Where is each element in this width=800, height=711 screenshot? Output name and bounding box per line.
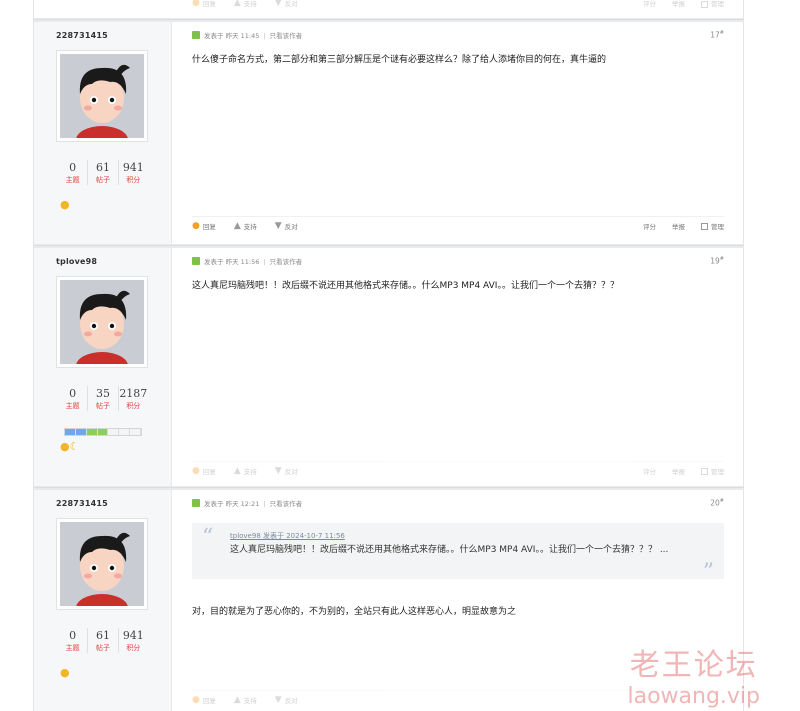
post-header: 发表于 昨天 11:45 | 只看该作者 17# <box>192 28 724 42</box>
watermark-title: 老王论坛 <box>629 648 758 683</box>
only-author-link[interactable]: 只看该作者 <box>270 500 303 508</box>
post-doc-icon <box>192 257 200 265</box>
rate-button[interactable]: 评分 <box>643 466 656 476</box>
support-button[interactable]: ▲ 支持 <box>234 695 257 705</box>
floor-number[interactable]: 19# <box>710 256 724 266</box>
thumb-down-icon: ▼ <box>274 220 282 231</box>
meta-divider: | <box>263 500 266 508</box>
post-content: 对，目的就是为了恶心你的，不为别的，全站只有此人这样恶心人，明显故意为之 <box>192 607 517 617</box>
meta-divider: | <box>263 258 266 266</box>
avatar[interactable] <box>56 518 148 610</box>
only-author-link[interactable]: 只看该作者 <box>270 32 303 40</box>
author-sidebar: 228731415 0 主题 61 帖子 941 积分 ● <box>34 22 172 244</box>
post-content: 这人真尼玛脑残吧！！改后缀不说还用其他格式来存储。。什么MP3 MP4 AVI。… <box>192 281 619 291</box>
manage-toggle[interactable]: 管理 <box>701 466 724 476</box>
support-button[interactable]: ▲ 支持 <box>234 0 257 8</box>
stat-threads[interactable]: 0 主题 <box>58 160 89 185</box>
author-username[interactable]: 228731415 <box>56 31 108 40</box>
avatar[interactable] <box>56 50 148 142</box>
support-button[interactable]: ▲ 支持 <box>234 221 257 231</box>
quote-close-icon: ” <box>702 560 714 585</box>
quote-author-link[interactable]: tplove98 发表于 2024-10-7 11:56 <box>230 531 345 541</box>
stat-credits[interactable]: 2187 积分 <box>119 386 148 411</box>
stat-threads[interactable]: 0 主题 <box>58 386 89 411</box>
post-time: 发表于 昨天 12:21 <box>204 500 260 508</box>
oppose-button[interactable]: ▼ 反对 <box>275 0 298 8</box>
post-content: 什么傻子命名方式，第二部分和第三部分解压是个谜有必要这样么？除了给人添堵你目的何… <box>192 55 607 65</box>
post-doc-icon <box>192 499 200 507</box>
quote-block: “ tplove98 发表于 2024-10-7 11:56 这人真尼玛脑残吧！… <box>192 523 724 585</box>
manage-toggle[interactable]: 管理 <box>701 221 724 231</box>
report-button[interactable]: 举报 <box>672 466 685 476</box>
avatar-image <box>60 54 144 138</box>
stat-credits[interactable]: 941 积分 <box>119 160 148 185</box>
reply-button[interactable]: ● 回复 <box>192 0 216 8</box>
thumb-up-icon: ▲ <box>233 694 241 705</box>
thumb-up-icon: ▲ <box>233 220 241 231</box>
checkbox-icon <box>701 468 708 475</box>
quote-open-icon: “ <box>202 525 214 550</box>
reply-icon: ● <box>192 220 200 231</box>
medal-icon[interactable]: ● <box>60 198 70 211</box>
medal-icon[interactable]: ●☾ <box>60 440 79 453</box>
support-button[interactable]: ▲ 支持 <box>234 466 257 476</box>
stat-threads[interactable]: 0 主题 <box>58 628 89 653</box>
author-stats: 0 主题 35 帖子 2187 积分 <box>58 386 148 411</box>
post-time: 发表于 昨天 11:56 <box>204 258 260 266</box>
reply-button[interactable]: ● 回复 <box>192 695 216 705</box>
reply-icon: ● <box>192 465 200 476</box>
stat-posts[interactable]: 35 帖子 <box>88 386 119 411</box>
author-username[interactable]: 228731415 <box>56 499 108 508</box>
author-sidebar: tplove98 0 主题 35 帖子 2187 积分 ●☾ <box>34 248 172 486</box>
author-username[interactable]: tplove98 <box>56 257 97 266</box>
author-stats: 0 主题 61 帖子 941 积分 <box>58 628 148 653</box>
post-doc-icon <box>192 31 200 39</box>
reply-button[interactable]: ● 回复 <box>192 466 216 476</box>
previous-post-actions: ● 回复 ▲ 支持 ▼ 反对 评分 举报 管理 <box>184 0 732 10</box>
floor-number[interactable]: 17# <box>710 30 724 40</box>
avatar[interactable] <box>56 276 148 368</box>
report-button[interactable]: 举报 <box>672 0 685 8</box>
reply-icon: ● <box>192 0 200 8</box>
medal-icon[interactable]: ● <box>60 666 70 679</box>
only-author-link[interactable]: 只看该作者 <box>270 258 303 266</box>
site-watermark: 老王论坛 laowang.vip <box>627 640 760 709</box>
stat-posts[interactable]: 61 帖子 <box>88 628 119 653</box>
thumb-up-icon: ▲ <box>233 465 241 476</box>
author-sidebar: 228731415 0 主题 61 帖子 941 积分 ● <box>34 490 172 711</box>
thumb-down-icon: ▼ <box>274 465 282 476</box>
stat-posts[interactable]: 61 帖子 <box>88 160 119 185</box>
post-header: 发表于 昨天 11:56 | 只看该作者 19# <box>192 254 724 268</box>
oppose-button[interactable]: ▼ 反对 <box>275 466 298 476</box>
post-actions: ● 回复 ▲ 支持 ▼ 反对 评分 举报 管理 <box>192 216 724 231</box>
reply-icon: ● <box>192 694 200 705</box>
post-actions: ● 回复 ▲ 支持 ▼ 反对 评分 举报 管理 <box>192 461 724 476</box>
thumb-down-icon: ▼ <box>274 694 282 705</box>
avatar-image <box>60 522 144 606</box>
floor-number[interactable]: 20# <box>710 498 724 508</box>
checkbox-icon <box>701 0 708 8</box>
thumb-down-icon: ▼ <box>274 0 282 8</box>
user-level-bar <box>64 428 142 436</box>
post-time: 发表于 昨天 11:45 <box>204 32 260 40</box>
post-body: 发表于 昨天 11:56 | 只看该作者 19# 这人真尼玛脑残吧！！改后缀不说还用… <box>184 248 732 486</box>
post-body: 发表于 昨天 11:45 | 只看该作者 17# 什么傻子命名方式，第二部分和第三部… <box>184 22 732 244</box>
meta-divider: | <box>263 32 266 40</box>
stat-credits[interactable]: 941 积分 <box>119 628 148 653</box>
thumb-up-icon: ▲ <box>233 0 241 8</box>
oppose-button[interactable]: ▼ 反对 <box>275 695 298 705</box>
manage-toggle[interactable]: 管理 <box>701 0 724 8</box>
rate-button[interactable]: 评分 <box>643 0 656 8</box>
watermark-domain: laowang.vip <box>627 684 760 709</box>
rate-button[interactable]: 评分 <box>643 221 656 231</box>
reply-button[interactable]: ● 回复 <box>192 221 216 231</box>
avatar-image <box>60 280 144 364</box>
quote-text: 这人真尼玛脑残吧！！改后缀不说还用其他格式来存储。。什么MP3 MP4 AVI。… <box>230 545 669 555</box>
oppose-button[interactable]: ▼ 反对 <box>275 221 298 231</box>
author-stats: 0 主题 61 帖子 941 积分 <box>58 160 148 185</box>
post-header: 发表于 昨天 12:21 | 只看该作者 20# <box>192 496 724 510</box>
report-button[interactable]: 举报 <box>672 221 685 231</box>
checkbox-icon <box>701 223 708 230</box>
